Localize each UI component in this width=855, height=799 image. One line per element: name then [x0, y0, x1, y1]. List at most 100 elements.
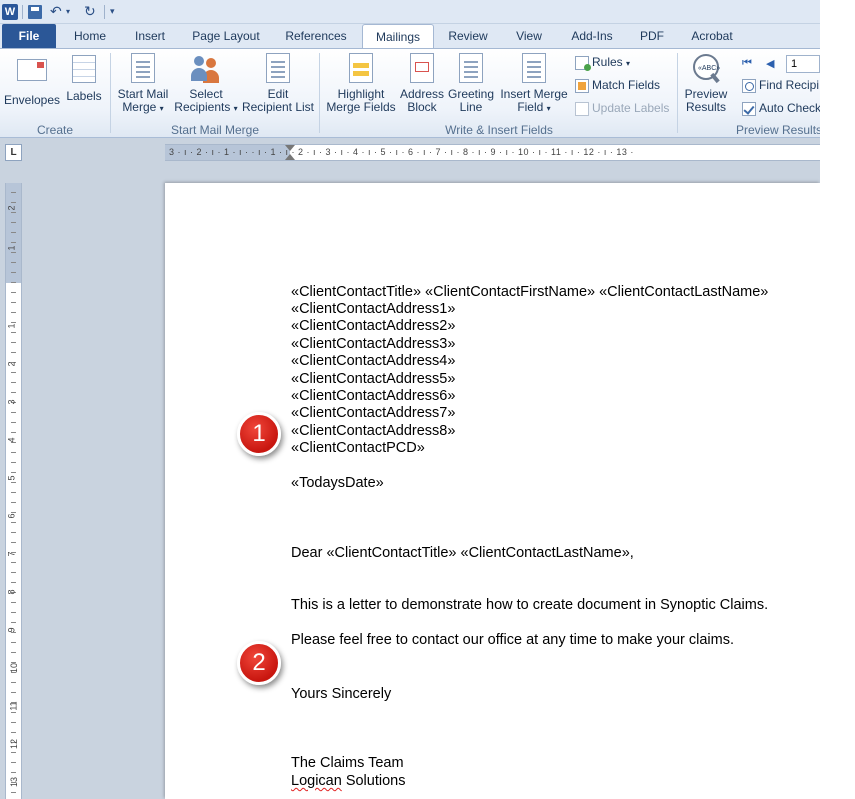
- tab-home[interactable]: Home: [62, 24, 118, 48]
- insert-merge-field-button[interactable]: Insert Merge Field ▾: [497, 53, 571, 115]
- tab-acrobat[interactable]: Acrobat: [682, 24, 742, 48]
- vertical-ruler-number: 1: [6, 245, 17, 251]
- ribbon-tabs: File Home Insert Page Layout References …: [0, 24, 820, 49]
- auto-check-icon: [742, 101, 756, 116]
- horizontal-ruler[interactable]: 3 · ı · 2 · ı · 1 · ı · · ı · 1 · ı · 2 …: [165, 144, 820, 161]
- vertical-ruler-number: 8: [6, 589, 17, 595]
- rules-label: Rules: [592, 55, 623, 69]
- previous-record-icon[interactable]: ◀: [766, 57, 774, 70]
- edit-recipient-label-2: Recipient List: [241, 100, 315, 114]
- vertical-ruler-number: 10: [9, 662, 20, 674]
- chevron-down-icon: ▾: [159, 104, 164, 113]
- update-labels-icon: [575, 101, 589, 116]
- quick-access-toolbar: W ↶ ▾ ↻ ▾: [0, 0, 820, 24]
- salutation-line: Dear «ClientContactTitle» «ClientContact…: [291, 545, 634, 561]
- envelopes-button[interactable]: Envelopes: [3, 53, 61, 107]
- first-record-icon[interactable]: ⏮: [742, 57, 752, 70]
- indent-marker-icon[interactable]: [285, 145, 295, 160]
- merge-field-address-line: «ClientContactAddress2»: [291, 318, 456, 334]
- highlight-label-2: Merge Fields: [326, 100, 396, 114]
- word-window: W ↶ ▾ ↻ ▾ File Home Insert Page Layout R…: [0, 0, 820, 799]
- greeting-line-button[interactable]: Greeting Line: [446, 53, 496, 114]
- preview-results-button[interactable]: «ABC» Preview Results: [680, 53, 732, 114]
- preview-icon-text: «ABC»: [698, 65, 721, 72]
- select-recipients-button[interactable]: Select Recipients ▾: [173, 53, 239, 115]
- insert-merge-field-icon: [522, 53, 546, 83]
- tab-file[interactable]: File: [2, 24, 56, 48]
- body-paragraph-1: This is a letter to demonstrate how to c…: [291, 597, 769, 613]
- find-recipient-label: Find Recipi: [759, 78, 820, 92]
- highlight-merge-fields-button[interactable]: Highlight Merge Fields: [324, 53, 398, 114]
- vertical-ruler-number: 5: [6, 475, 17, 481]
- merge-field-address-line: «ClientContactAddress4»: [291, 353, 456, 369]
- vertical-ruler-number: 13: [9, 776, 20, 788]
- greeting-line-icon: [459, 53, 483, 83]
- tab-page-layout[interactable]: Page Layout: [182, 24, 270, 48]
- edit-recipient-list-button[interactable]: Edit Recipient List: [240, 53, 316, 114]
- preview-results-label-2: Results: [685, 100, 726, 114]
- vertical-ruler-number: 7: [6, 551, 17, 557]
- redo-icon[interactable]: ↻: [84, 3, 96, 20]
- tab-review[interactable]: Review: [440, 24, 496, 48]
- record-number-field[interactable]: 1: [786, 55, 820, 73]
- undo-icon[interactable]: ↶: [50, 3, 62, 20]
- group-label-start-mail-merge: Start Mail Merge: [170, 123, 260, 137]
- signature-line-1: The Claims Team: [291, 755, 404, 771]
- merge-field-address-line: «ClientContactAddress3»: [291, 336, 456, 352]
- greeting-line-label-2: Line: [459, 100, 483, 114]
- merge-field-date-line: «TodaysDate»: [291, 475, 384, 491]
- tab-pdf[interactable]: PDF: [628, 24, 676, 48]
- vertical-ruler-number: 12: [9, 738, 20, 750]
- group-label-preview-results: Preview Results: [736, 123, 820, 137]
- vertical-ruler[interactable]: 2 1 1 2 3 4 5 6 7 8 9 10 11 12 13: [5, 183, 22, 799]
- address-block-button[interactable]: Address Block: [398, 53, 446, 114]
- auto-check-button[interactable]: Auto Check: [742, 101, 820, 116]
- rules-button[interactable]: Rules ▾: [575, 55, 631, 71]
- auto-check-label: Auto Check: [759, 101, 820, 115]
- update-labels-label: Update Labels: [592, 101, 670, 115]
- labels-button[interactable]: Labels: [63, 53, 105, 103]
- group-label-write-insert: Write & Insert Fields: [445, 123, 553, 137]
- match-fields-button[interactable]: Match Fields: [575, 78, 660, 93]
- word-logo-letter: W: [2, 3, 18, 20]
- merge-field-address-line: «ClientContactAddress7»: [291, 405, 456, 421]
- find-recipient-icon: [742, 78, 756, 93]
- merge-field-name-line: «ClientContactTitle» «ClientContactFirst…: [291, 284, 769, 300]
- document-page[interactable]: «ClientContactTitle» «ClientContactFirst…: [165, 183, 820, 799]
- save-icon[interactable]: [28, 3, 42, 20]
- tab-selector-button[interactable]: L: [5, 144, 22, 161]
- vertical-ruler-number: 3: [6, 399, 17, 405]
- tab-add-ins[interactable]: Add-Ins: [562, 24, 622, 48]
- vertical-ruler-number: 9: [6, 627, 17, 633]
- vertical-ruler-number: 2: [6, 361, 17, 367]
- spelling-error-word[interactable]: Logican: [291, 773, 342, 789]
- ribbon-mailings: Envelopes Labels Create Start Mail Merge…: [0, 48, 820, 138]
- insert-merge-field-label-2: Field: [517, 100, 544, 114]
- chevron-down-icon: ▾: [626, 59, 631, 68]
- ruler-area: L 3 · ı · 2 · ı · 1 · ı · · ı · 1 · ı · …: [0, 138, 820, 168]
- toolbar-divider: [22, 5, 23, 19]
- find-recipient-button[interactable]: Find Recipi: [742, 78, 819, 93]
- start-mail-merge-icon: [131, 53, 155, 83]
- word-logo-icon[interactable]: W: [2, 3, 18, 20]
- start-mail-merge-button[interactable]: Start Mail Merge ▾: [113, 53, 173, 115]
- customize-toolbar-icon[interactable]: ▾: [110, 3, 115, 20]
- labels-label: Labels: [66, 89, 102, 103]
- group-divider: [110, 53, 111, 133]
- tab-mailings[interactable]: Mailings: [362, 24, 434, 49]
- closing-line: Yours Sincerely: [291, 686, 392, 702]
- vertical-ruler-number: 2: [6, 205, 17, 211]
- callout-marker-2: 2: [237, 641, 281, 685]
- undo-dropdown-icon[interactable]: ▾: [66, 3, 70, 20]
- edit-list-icon: [266, 53, 290, 83]
- highlight-icon: [349, 53, 373, 83]
- update-labels-button[interactable]: Update Labels: [575, 101, 669, 116]
- tab-insert[interactable]: Insert: [122, 24, 178, 48]
- vertical-ruler-number: 11: [8, 701, 19, 711]
- group-divider: [319, 53, 320, 133]
- body-paragraph-2: Please feel free to contact our office a…: [291, 632, 735, 648]
- rules-icon: [575, 55, 591, 71]
- tab-references[interactable]: References: [276, 24, 356, 48]
- match-fields-icon: [575, 78, 589, 93]
- tab-view[interactable]: View: [502, 24, 556, 48]
